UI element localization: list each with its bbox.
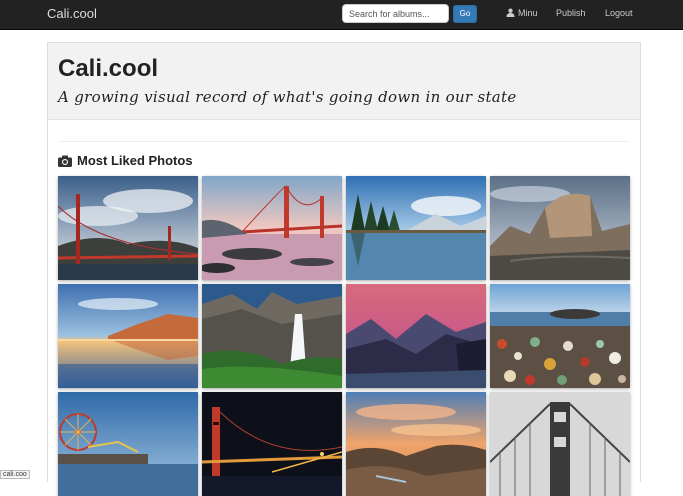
photo-golden-gate-night[interactable] [202,392,342,496]
page-title: Cali.cool [58,55,159,82]
publish-link[interactable]: Publish [556,8,586,18]
photo-rocky-coast[interactable] [346,392,486,496]
photo-lake-pines[interactable] [346,176,486,280]
user-icon [506,8,515,17]
photo-bridge-tower-bw[interactable] [490,392,630,496]
user-menu-link[interactable]: Minu [506,8,538,18]
photo-half-dome[interactable] [490,176,630,280]
top-navbar: Cali.cool Go Minu Publish Logout [0,0,683,30]
section-divider [58,141,630,142]
photo-glass-beach[interactable] [490,284,630,388]
site-header: Cali.cool A growing visual record of wha… [48,43,640,120]
photo-golden-gate-clouds[interactable] [58,176,198,280]
logout-link[interactable]: Logout [605,8,633,18]
photo-pier[interactable] [58,392,198,496]
status-bar: cali.coo [0,470,30,479]
photo-mountain-dusk[interactable] [346,284,486,388]
page-tagline: A growing visual record of what's going … [58,88,517,106]
camera-icon [58,155,72,167]
photo-golden-gate-sunset[interactable] [202,176,342,280]
brand-link[interactable]: Cali.cool [47,6,97,21]
user-name: Minu [518,8,538,18]
search-input[interactable] [342,4,449,23]
section-heading: Most Liked Photos [58,153,193,168]
section-title: Most Liked Photos [77,153,193,168]
go-button[interactable]: Go [453,5,477,23]
photo-coastal-sunset[interactable] [58,284,198,388]
photo-waterfall[interactable] [202,284,342,388]
